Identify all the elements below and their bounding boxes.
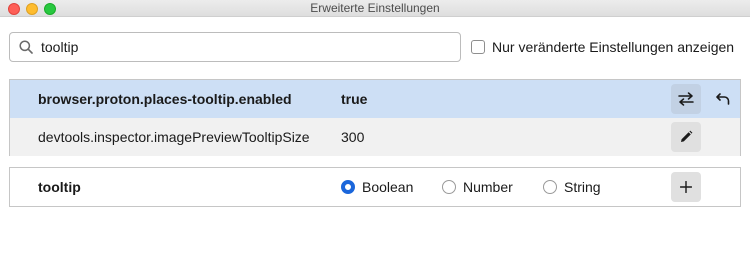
add-preference-row: tooltip Boolean Number String [9, 167, 741, 207]
pref-name: browser.proton.places-tooltip.enabled [38, 91, 292, 107]
pref-row[interactable]: devtools.inspector.imagePreviewTooltipSi… [10, 118, 740, 156]
search-icon [19, 40, 33, 54]
modified-only-label: Nur veränderte Einstellungen anzeigen [492, 39, 735, 55]
pref-value: true [341, 91, 368, 107]
pref-value: 300 [341, 129, 365, 145]
modified-only-checkbox[interactable] [471, 40, 485, 54]
type-number-radio[interactable] [442, 180, 456, 194]
search-input[interactable] [41, 37, 451, 57]
search-box[interactable] [9, 32, 461, 62]
reset-icon [716, 93, 730, 105]
type-boolean-label: Boolean [362, 179, 414, 195]
title-bar: Erweiterte Einstellungen [0, 0, 750, 17]
type-number-label: Number [463, 179, 513, 195]
preferences-table: browser.proton.places-tooltip.enabled tr… [9, 79, 741, 156]
reset-button[interactable] [708, 84, 738, 114]
type-string-radio[interactable] [543, 180, 557, 194]
edit-icon [681, 130, 693, 142]
type-boolean-radio[interactable] [341, 180, 355, 194]
edit-button[interactable] [671, 122, 701, 152]
toggle-button[interactable] [671, 84, 701, 114]
add-button[interactable] [671, 172, 701, 202]
window-title: Erweiterte Einstellungen [310, 1, 440, 15]
type-number-option[interactable]: Number [442, 179, 513, 195]
plus-icon [680, 181, 692, 193]
toggle-icon [678, 92, 694, 106]
modified-only-toggle[interactable]: Nur veränderte Einstellungen anzeigen [471, 39, 734, 55]
type-string-label: String [564, 179, 601, 195]
pref-name: devtools.inspector.imagePreviewTooltipSi… [38, 129, 310, 145]
type-boolean-option[interactable]: Boolean [341, 179, 413, 195]
pref-row[interactable]: browser.proton.places-tooltip.enabled tr… [10, 80, 740, 118]
new-pref-name: tooltip [38, 179, 81, 195]
type-string-option[interactable]: String [543, 179, 601, 195]
